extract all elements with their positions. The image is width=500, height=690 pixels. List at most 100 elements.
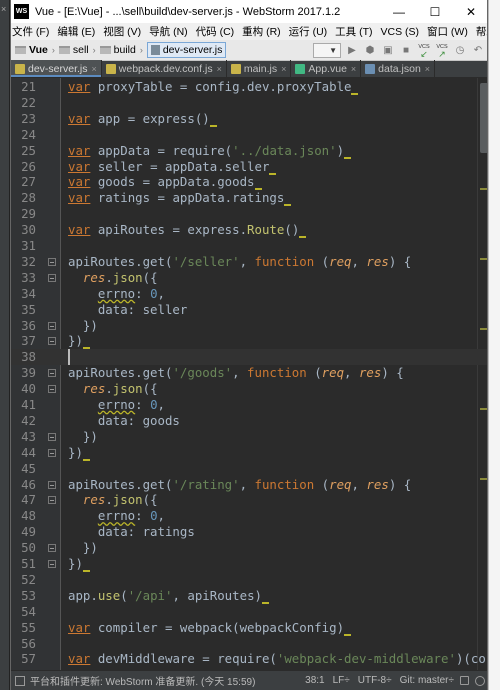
close-button[interactable]: ✕ [453, 0, 487, 23]
menu-file[interactable]: 文件 (F) [12, 24, 49, 39]
inspector-face-icon[interactable] [475, 675, 485, 686]
tab-app-vue[interactable]: App.vue × [291, 60, 362, 77]
tab-webpack-dev-conf-js[interactable]: webpack.dev.conf.js × [102, 60, 227, 77]
fold-toggle-icon[interactable] [48, 544, 56, 553]
line-number: 32 [21, 253, 36, 269]
close-tab-icon[interactable]: × [217, 64, 222, 74]
code-line[interactable]: 54 [11, 604, 487, 620]
tab-dev-server-js[interactable]: dev-server.js × [11, 60, 102, 77]
code-line[interactable]: 48 errno: 0, [11, 508, 487, 524]
coverage-icon[interactable]: ▣ [379, 42, 397, 60]
menu-vcs[interactable]: VCS (S) [381, 26, 420, 38]
fold-toggle-icon[interactable] [48, 385, 56, 394]
code-line[interactable]: 36 }) [11, 318, 487, 334]
vcs-commit-icon[interactable]: VCS ↗ [433, 42, 451, 60]
close-tab-icon[interactable]: × [92, 64, 97, 74]
fold-toggle-icon[interactable] [48, 369, 56, 378]
history-icon[interactable]: ◷ [451, 42, 469, 60]
menu-refactor[interactable]: 重构 (R) [242, 24, 281, 39]
code-editor[interactable]: 21 var proxyTable = config.dev.proxyTable… [11, 78, 487, 670]
code-line[interactable]: 25 var appData = require('../data.json') [11, 143, 487, 159]
run-configuration-dropdown[interactable]: ▼ [313, 43, 341, 58]
menu-tools[interactable]: 工具 (T) [335, 24, 372, 39]
fold-toggle-icon[interactable] [48, 560, 56, 568]
menu-window[interactable]: 窗口 (W) [427, 24, 468, 39]
code-line[interactable]: 39 apiRoutes.get('/goods', function (req,… [11, 365, 487, 381]
code-line[interactable]: 42 data: goods [11, 413, 487, 429]
code-line[interactable]: 51}) [11, 556, 487, 572]
menu-code[interactable]: 代码 (C) [196, 24, 235, 39]
menu-run[interactable]: 运行 (U) [289, 24, 328, 39]
code-line[interactable]: 49 data: ratings [11, 524, 487, 540]
code-line[interactable]: 47 res.json({ [11, 492, 487, 508]
fold-toggle-icon[interactable] [48, 337, 56, 346]
code-line[interactable]: 41 errno: 0, [11, 397, 487, 413]
lock-icon[interactable] [460, 676, 469, 685]
code-line[interactable]: 55 var compiler = webpack(webpackConfig) [11, 620, 487, 636]
background-window-right-edge [488, 0, 500, 690]
code-text: apiRoutes.get('/seller', function (req, … [68, 253, 412, 269]
revert-icon[interactable]: ↶ [469, 42, 487, 60]
menu-help[interactable]: 帮助 (H) [476, 24, 487, 39]
fold-toggle-icon[interactable] [48, 321, 56, 330]
maximize-button[interactable]: ☐ [417, 0, 453, 23]
breadcrumb-dev-server-js[interactable]: dev-server.js [146, 42, 227, 58]
code-line[interactable]: 40 res.json({ [11, 381, 487, 397]
git-branch[interactable]: Git: master÷ [400, 675, 454, 686]
code-line[interactable]: 21 var proxyTable = config.dev.proxyTable [11, 79, 487, 95]
fold-toggle-icon[interactable] [48, 257, 56, 266]
code-line[interactable]: 52 [11, 572, 487, 588]
js-file-icon [105, 63, 116, 74]
menu-view[interactable]: 视图 (V) [103, 24, 141, 39]
line-separator[interactable]: LF÷ [333, 675, 350, 686]
code-line[interactable]: 32 apiRoutes.get('/seller', function (req… [11, 253, 487, 270]
code-line[interactable]: 26 var seller = appData.seller [11, 159, 487, 175]
tab-main-js[interactable]: main.js × [227, 60, 292, 77]
code-line[interactable]: 22 [11, 95, 487, 111]
code-line[interactable]: 34 errno: 0, [11, 286, 487, 302]
breadcrumb-vue[interactable]: Vue › [15, 44, 55, 56]
code-line[interactable]: 56 [11, 636, 487, 652]
code-line[interactable]: 46 apiRoutes.get('/rating', function (req… [11, 477, 487, 493]
code-line[interactable]: 31 [11, 238, 487, 254]
menu-edit[interactable]: 编辑 (E) [57, 24, 95, 39]
breadcrumb-sell[interactable]: sell › [58, 44, 96, 56]
code-line[interactable]: 35 data: seller [11, 302, 487, 318]
code-line[interactable]: 27 var goods = appData.goods [11, 174, 487, 191]
stop-icon[interactable]: ■ [397, 42, 415, 60]
code-line[interactable]: 44}) [11, 445, 487, 461]
code-line[interactable]: 57 var devMiddleware = require('webpack-d… [11, 651, 487, 667]
code-line[interactable]: 45 [11, 461, 487, 477]
breadcrumb-build[interactable]: build › [99, 44, 143, 56]
code-line[interactable]: 28 var ratings = appData.ratings [11, 190, 487, 207]
code-line[interactable]: 38 [11, 349, 487, 366]
close-tab-icon[interactable]: × [425, 64, 430, 74]
code-line[interactable]: 50 }) [11, 540, 487, 556]
tool-windows-icon[interactable] [15, 675, 25, 686]
code-line[interactable]: 23 var app = express() [11, 111, 487, 127]
code-line[interactable]: 53 app.use('/api', apiRoutes) [11, 588, 487, 604]
fold-toggle-icon[interactable] [48, 432, 56, 441]
vcs-update-icon[interactable]: VCS ↙ [415, 42, 433, 60]
fold-toggle-icon[interactable] [48, 496, 56, 505]
menu-navigate[interactable]: 导航 (N) [149, 24, 188, 39]
debug-icon[interactable]: ⬢ [361, 42, 379, 60]
code-line[interactable]: 33 res.json({ [11, 270, 487, 286]
fold-toggle-icon[interactable] [48, 273, 56, 282]
status-message[interactable]: 平台和插件更新: WebStorm 准备更新. (今天 15:59) [30, 673, 297, 688]
tab-data-json[interactable]: data.json × [361, 60, 436, 77]
code-line[interactable]: 24 [11, 127, 487, 143]
code-line[interactable]: 37}) [11, 333, 487, 350]
file-encoding[interactable]: UTF-8÷ [358, 675, 392, 686]
close-tab-icon[interactable]: × [351, 64, 356, 74]
code-line[interactable]: 30 var apiRoutes = express.Route() [11, 222, 487, 239]
code-text: app.use('/api', apiRoutes) [68, 588, 269, 604]
minimize-button[interactable]: — [381, 0, 417, 23]
caret-position[interactable]: 38:1 [305, 675, 324, 686]
fold-toggle-icon[interactable] [48, 480, 56, 489]
close-tab-icon[interactable]: × [281, 64, 286, 74]
code-line[interactable]: 29 [11, 206, 487, 222]
fold-toggle-icon[interactable] [48, 448, 56, 457]
code-line[interactable]: 43 }) [11, 429, 487, 445]
run-icon[interactable]: ▶ [343, 42, 361, 60]
